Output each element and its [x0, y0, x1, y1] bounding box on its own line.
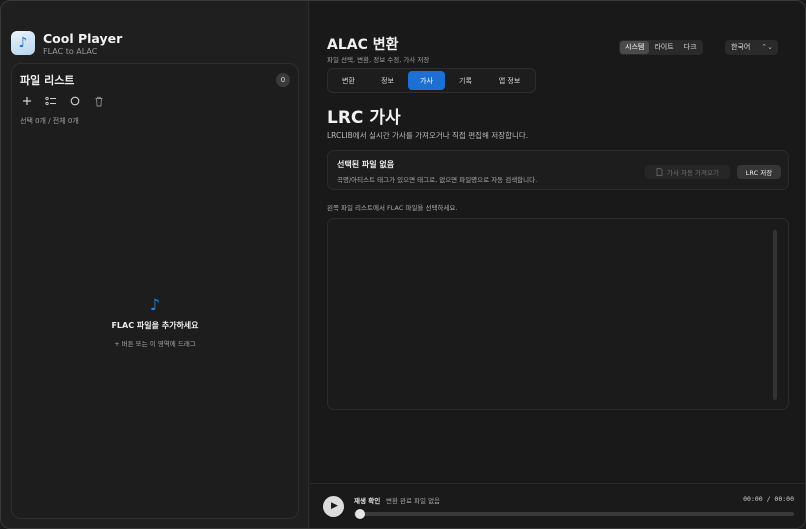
play-button[interactable]: ▶: [323, 496, 344, 517]
theme-system-button[interactable]: 시스템: [620, 41, 650, 54]
selection-info: 선택 0개 / 전체 0개: [20, 117, 79, 125]
theme-dark-button[interactable]: 다크: [679, 41, 702, 54]
music-note-icon: ♪: [149, 295, 161, 314]
progress-thumb[interactable]: [355, 509, 365, 519]
player-time: 00:00 / 00:00: [743, 495, 794, 503]
card-description: 곡명/아티스트 태그가 있으면 태그로, 없으면 파일명으로 자동 검색합니다.: [337, 176, 538, 184]
tab-bar: 변환 정보 가사 기록 앱 정보: [327, 68, 536, 93]
app-window: ♪ Cool Player FLAC to ALAC 파일 리스트 0 선택 0…: [0, 0, 806, 529]
fetch-lyrics-label: 가사 자동 가져오기: [667, 169, 719, 177]
section-description: LRCLIB에서 실시간 가사를 가져오거나 직접 편집해 저장합니다.: [327, 131, 529, 140]
lyrics-editor[interactable]: [327, 218, 789, 410]
file-info-card: 선택된 파일 없음 곡명/아티스트 태그가 있으면 태그로, 없으면 파일명으로…: [327, 150, 789, 190]
file-count-badge: 0: [276, 73, 290, 87]
empty-state-hint: + 버튼 또는 이 영역에 드래그: [114, 340, 196, 348]
play-icon: ▶: [331, 501, 338, 511]
tab-app-info[interactable]: 앱 정보: [486, 71, 533, 90]
main-content: ALAC 변환 파일 선택, 변환, 정보 수정, 가사 저장 시스템 라이트 …: [310, 1, 805, 528]
trash-icon[interactable]: [92, 94, 106, 108]
language-select[interactable]: 한국어 ⌃⌄: [725, 40, 778, 55]
fetch-lyrics-button[interactable]: 가사 자동 가져오기: [645, 165, 730, 179]
theme-light-button[interactable]: 라이트: [649, 41, 678, 54]
music-note-icon: ♪: [18, 35, 28, 51]
language-value: 한국어: [731, 43, 751, 51]
section-title: LRC 가사: [327, 108, 401, 128]
page-subtitle: 파일 선택, 변환, 정보 수정, 가사 저장: [327, 56, 430, 64]
app-subtitle: FLAC to ALAC: [43, 47, 98, 56]
page-title: ALAC 변환: [327, 37, 399, 53]
select-list-icon[interactable]: [44, 94, 58, 108]
empty-state: ♪ FLAC 파일을 추가하세요 + 버튼 또는 이 영역에 드래그: [12, 295, 298, 349]
tab-convert[interactable]: 변환: [330, 71, 367, 90]
app-title: Cool Player: [43, 31, 123, 46]
sidebar: ♪ Cool Player FLAC to ALAC 파일 리스트 0 선택 0…: [1, 1, 309, 528]
chevron-updown-icon: ⌃⌄: [761, 43, 773, 51]
tab-info[interactable]: 정보: [369, 71, 406, 90]
player-status: 변환 완료 파일 없음: [386, 497, 441, 505]
card-title: 선택된 파일 없음: [337, 160, 395, 169]
player-label: 재생 확인: [354, 497, 381, 505]
select-file-hint: 왼쪽 파일 리스트에서 FLAC 파일을 선택하세요.: [327, 204, 458, 212]
tab-history[interactable]: 기록: [447, 71, 484, 90]
progress-slider[interactable]: [354, 509, 794, 519]
player-bar: ▶ 재생 확인 변환 완료 파일 없음 00:00 / 00:00: [310, 483, 805, 528]
app-icon: ♪: [11, 31, 35, 55]
document-icon: [656, 168, 663, 176]
circle-icon[interactable]: [68, 94, 82, 108]
file-list-title: 파일 리스트: [20, 74, 75, 87]
save-lrc-button[interactable]: LRC 저장: [737, 165, 781, 179]
editor-scrollbar[interactable]: [773, 230, 777, 400]
file-toolbar: [20, 94, 106, 108]
add-file-icon[interactable]: [20, 94, 34, 108]
tab-lyrics[interactable]: 가사: [408, 71, 445, 90]
theme-switch: 시스템 라이트 다크: [619, 40, 703, 55]
empty-state-title: FLAC 파일을 추가하세요: [111, 321, 199, 330]
file-list-panel[interactable]: 파일 리스트 0 선택 0개 / 전체 0개 ♪ FLAC 파일을 추가하세요 …: [11, 63, 299, 519]
